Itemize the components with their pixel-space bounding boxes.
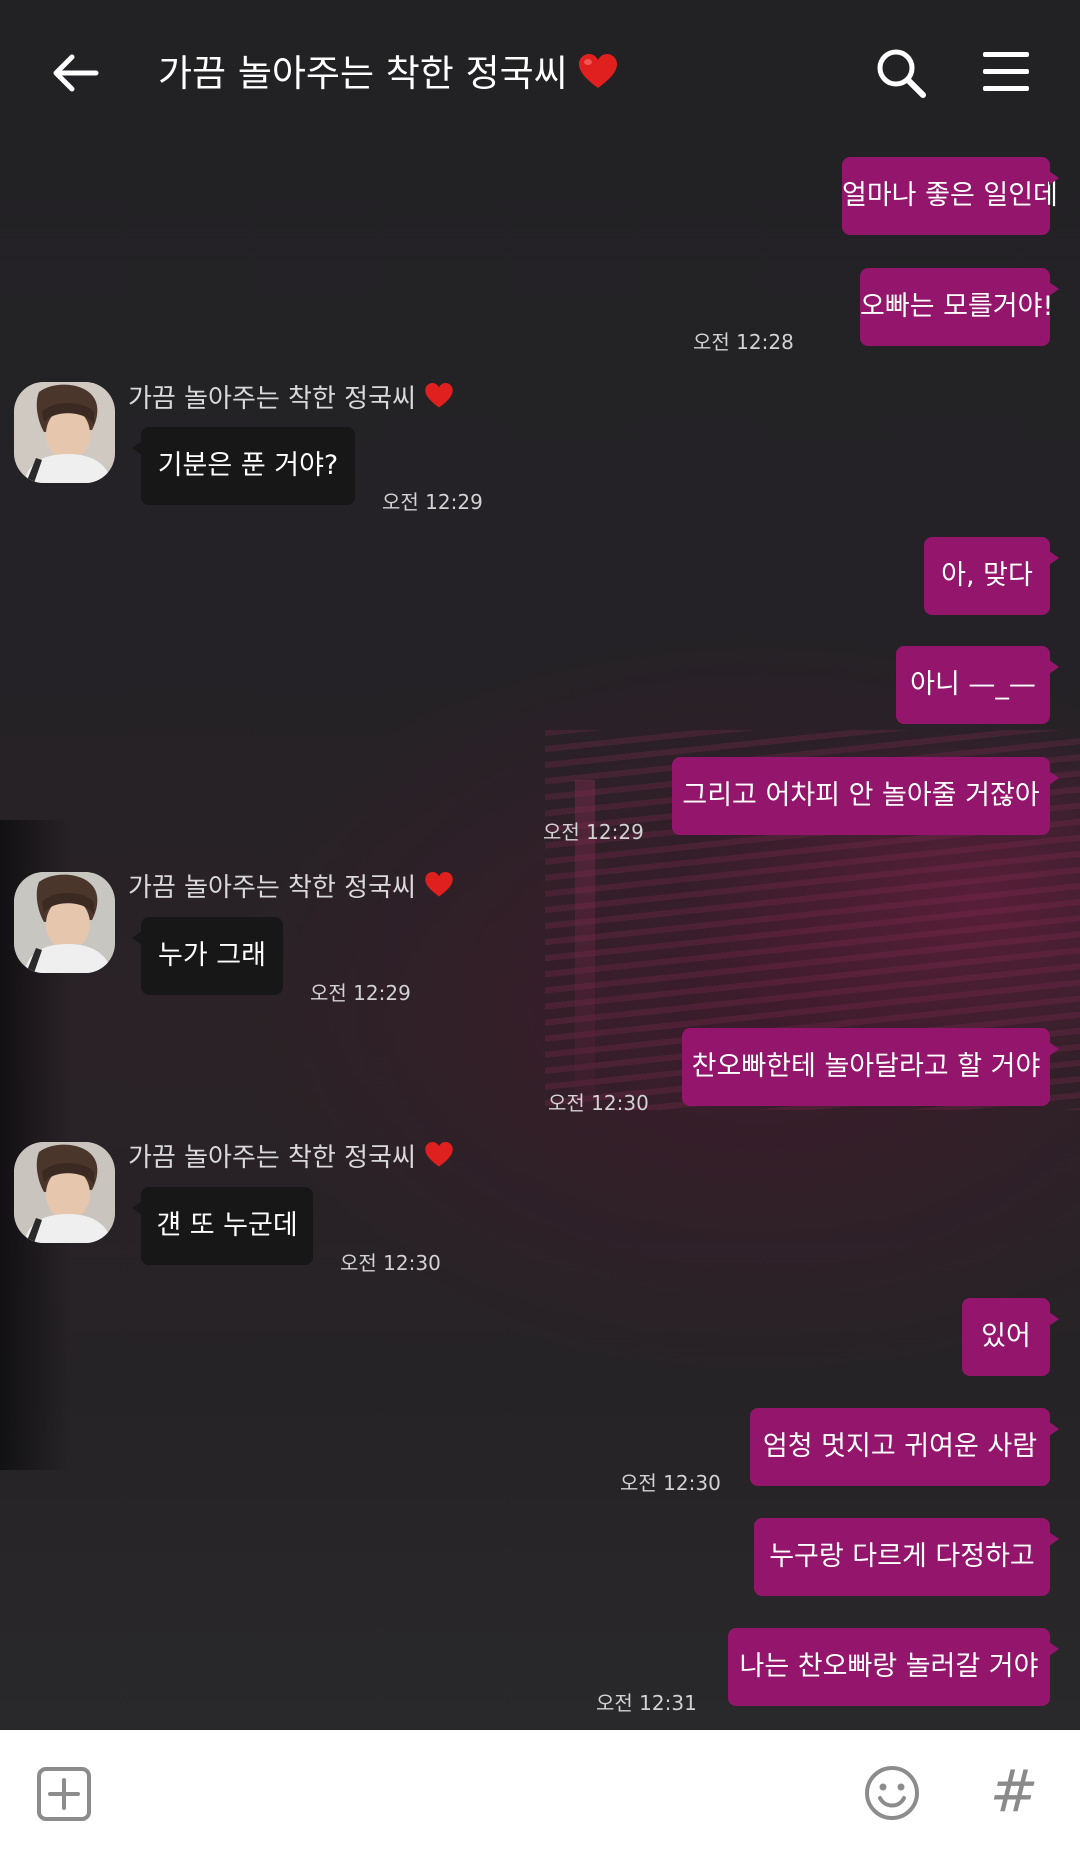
sender-name: 가끔 놀아주는 착한 정국씨 (128, 381, 454, 419)
chat-title: 가끔 놀아주는 착한 정국씨 (158, 48, 618, 104)
back-arrow-icon[interactable] (48, 45, 104, 101)
their-message-bubble[interactable]: 걘 또 누군데 (132, 1187, 313, 1265)
heart-icon (424, 1142, 454, 1178)
sender-name: 가끔 놀아주는 착한 정국씨 (128, 870, 454, 908)
message-timestamp: 오전 12:31 (596, 1691, 697, 1715)
my-message-bubble[interactable]: 엄청 멋지고 귀여운 사람 (750, 1408, 1059, 1486)
message-timestamp: 오전 12:28 (693, 330, 794, 354)
search-icon[interactable] (873, 45, 929, 101)
their-message-bubble[interactable]: 기분은 푼 거야? (132, 427, 355, 505)
sender-name-text: 가끔 놀아주는 착한 정국씨 (128, 1143, 416, 1173)
avatar[interactable] (14, 872, 115, 973)
chat-header: 가끔 놀아주는 착한 정국씨 (0, 0, 1080, 150)
my-message-bubble[interactable]: 아, 맞다 (924, 537, 1059, 615)
avatar[interactable] (14, 382, 115, 483)
message-timestamp: 오전 12:29 (543, 820, 644, 844)
heart-icon (578, 52, 618, 104)
chat-input-bar: # (0, 1730, 1080, 1857)
message-timestamp: 오전 12:30 (620, 1471, 721, 1495)
sender-name-text: 가끔 놀아주는 착한 정국씨 (128, 384, 416, 414)
hashtag-button[interactable]: # (984, 1756, 1044, 1826)
my-message-bubble[interactable]: 나는 찬오빠랑 놀러갈 거야 (728, 1628, 1059, 1706)
message-timestamp: 오전 12:30 (340, 1251, 441, 1275)
message-timestamp: 오전 12:29 (382, 490, 483, 514)
my-message-bubble[interactable]: 찬오빠한테 놀아달라고 할 거야 (682, 1028, 1059, 1106)
my-message-bubble[interactable]: 오빠는 모를거야! (860, 268, 1059, 346)
heart-icon (424, 872, 454, 908)
my-message-bubble[interactable]: 누구랑 다르게 다정하고 (754, 1518, 1059, 1596)
my-message-bubble[interactable]: 아니 —_— (896, 646, 1059, 724)
message-timestamp: 오전 12:30 (548, 1091, 649, 1115)
chat-title-text: 가끔 놀아주는 착한 정국씨 (158, 52, 568, 95)
my-message-bubble[interactable]: 그리고 어차피 안 놀아줄 거잖아 (672, 757, 1059, 835)
message-timestamp: 오전 12:29 (310, 981, 411, 1005)
plus-square-icon[interactable] (36, 1766, 92, 1822)
sender-name-text: 가끔 놀아주는 착한 정국씨 (128, 873, 416, 903)
their-message-bubble[interactable]: 누가 그래 (132, 917, 283, 995)
heart-icon (424, 383, 454, 419)
chat-screen: 가끔 놀아주는 착한 정국씨 얼마나 좋은 일인데 오빠는 모를거야! 오전 1… (0, 0, 1080, 1857)
smiley-icon[interactable] (863, 1764, 921, 1822)
my-message-bubble[interactable]: 얼마나 좋은 일인데 (842, 157, 1059, 235)
avatar[interactable] (14, 1142, 115, 1243)
sender-name: 가끔 놀아주는 착한 정국씨 (128, 1140, 454, 1178)
my-message-bubble[interactable]: 있어 (962, 1298, 1059, 1376)
hamburger-menu-icon[interactable] (981, 50, 1031, 94)
